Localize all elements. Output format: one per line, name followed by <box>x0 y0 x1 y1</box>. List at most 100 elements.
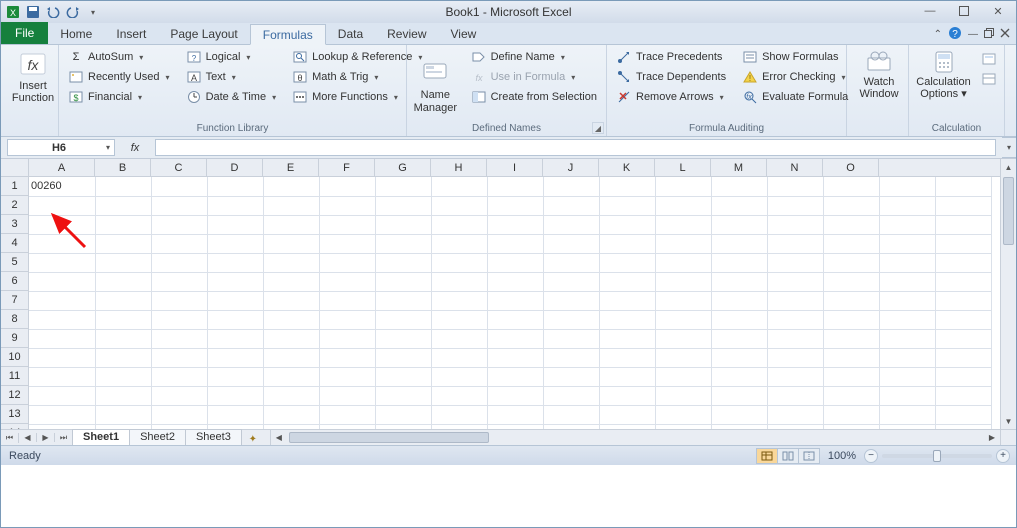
sheet-tab-1[interactable]: Sheet1 <box>72 429 130 445</box>
scroll-left-icon[interactable]: ◀ <box>271 430 287 445</box>
sheet-tab-3[interactable]: Sheet3 <box>185 429 242 445</box>
scroll-thumb[interactable] <box>289 432 489 443</box>
trace-precedents-button[interactable]: Trace Precedents <box>613 48 729 66</box>
column-header[interactable]: C <box>151 159 207 176</box>
scroll-thumb[interactable] <box>1003 177 1014 245</box>
row-header[interactable]: 2 <box>1 196 28 215</box>
row-header[interactable]: 9 <box>1 329 28 348</box>
row-header[interactable]: 8 <box>1 310 28 329</box>
create-from-selection-button[interactable]: Create from Selection <box>468 88 600 106</box>
row-header[interactable]: 3 <box>1 215 28 234</box>
column-header[interactable]: F <box>319 159 375 176</box>
cell-a1[interactable]: 00260 <box>29 177 95 196</box>
tab-insert[interactable]: Insert <box>104 23 158 44</box>
horizontal-scrollbar[interactable]: ◀ ▶ <box>270 430 1016 445</box>
row-header[interactable]: 10 <box>1 348 28 367</box>
close-button[interactable]: ✕ <box>986 3 1010 19</box>
lookup-reference-button[interactable]: Lookup & Reference▾ <box>289 48 425 66</box>
tab-view[interactable]: View <box>439 23 489 44</box>
column-header[interactable]: O <box>823 159 879 176</box>
fx-label[interactable]: fx <box>131 142 140 154</box>
view-page-layout-icon[interactable] <box>777 448 799 464</box>
select-all-corner[interactable] <box>1 159 29 177</box>
watch-window-button[interactable]: WatchWindow <box>853 48 905 100</box>
name-manager-button[interactable]: NameManager <box>413 48 458 123</box>
sheet-nav-first[interactable]: ⏮ <box>1 433 19 443</box>
row-header[interactable]: 12 <box>1 386 28 405</box>
tab-file[interactable]: File <box>1 22 48 44</box>
calculation-options-button[interactable]: CalculationOptions ▾ <box>915 48 972 100</box>
sheet-tab-2[interactable]: Sheet2 <box>129 429 186 445</box>
insert-worksheet-icon[interactable]: ✦ <box>242 434 264 445</box>
scroll-up-icon[interactable]: ▲ <box>1001 159 1016 175</box>
zoom-out-button[interactable]: − <box>864 449 878 463</box>
financial-button[interactable]: $Financial▾ <box>65 88 173 106</box>
mdi-minimize-icon[interactable]: — <box>968 29 978 40</box>
help-icon[interactable]: ? <box>948 26 962 43</box>
maximize-button[interactable] <box>952 3 976 19</box>
sheet-nav-last[interactable]: ⏭ <box>55 433 73 443</box>
column-header[interactable]: G <box>375 159 431 176</box>
ribbon-minimize-icon[interactable]: ⌃ <box>934 29 942 40</box>
tab-data[interactable]: Data <box>326 23 375 44</box>
trace-dependents-button[interactable]: Trace Dependents <box>613 68 729 86</box>
column-header[interactable]: D <box>207 159 263 176</box>
row-header[interactable]: 6 <box>1 272 28 291</box>
row-header[interactable]: 7 <box>1 291 28 310</box>
zoom-knob[interactable] <box>933 450 941 462</box>
chevron-down-icon[interactable]: ▾ <box>106 143 110 152</box>
scroll-right-icon[interactable]: ▶ <box>984 430 1000 445</box>
save-icon[interactable] <box>25 4 41 20</box>
defined-names-launcher[interactable]: ◢ <box>592 122 604 134</box>
show-formulas-button[interactable]: Show Formulas <box>739 48 851 66</box>
minimize-button[interactable]: — <box>918 3 942 19</box>
logical-button[interactable]: ?Logical▾ <box>183 48 280 66</box>
view-normal-icon[interactable] <box>756 448 778 464</box>
sheet-nav-prev[interactable]: ◀ <box>19 433 37 442</box>
column-header[interactable]: I <box>487 159 543 176</box>
column-header[interactable]: H <box>431 159 487 176</box>
name-box[interactable]: H6 ▾ <box>7 139 115 156</box>
column-header[interactable]: L <box>655 159 711 176</box>
text-button[interactable]: AText▾ <box>183 68 280 86</box>
column-header[interactable]: K <box>599 159 655 176</box>
column-header[interactable]: N <box>767 159 823 176</box>
row-header[interactable]: 13 <box>1 405 28 424</box>
formula-bar-expand[interactable]: ▾ <box>1002 137 1016 158</box>
row-header[interactable]: 1 <box>1 177 28 196</box>
zoom-track[interactable] <box>882 454 992 458</box>
recently-used-button[interactable]: Recently Used▾ <box>65 68 173 86</box>
zoom-in-button[interactable]: + <box>996 449 1010 463</box>
define-name-button[interactable]: Define Name▾ <box>468 48 600 66</box>
hscroll-split[interactable] <box>1000 430 1016 445</box>
scroll-down-icon[interactable]: ▼ <box>1001 413 1016 429</box>
row-header[interactable]: 4 <box>1 234 28 253</box>
column-header[interactable]: J <box>543 159 599 176</box>
calc-sheet-icon[interactable] <box>982 72 998 88</box>
column-header[interactable]: M <box>711 159 767 176</box>
remove-arrows-button[interactable]: Remove Arrows▾ <box>613 88 729 106</box>
tab-page-layout[interactable]: Page Layout <box>158 23 249 44</box>
row-header[interactable]: 11 <box>1 367 28 386</box>
error-checking-button[interactable]: !Error Checking▾ <box>739 68 851 86</box>
calc-now-icon[interactable] <box>982 52 998 68</box>
more-functions-button[interactable]: More Functions▾ <box>289 88 425 106</box>
view-page-break-icon[interactable] <box>798 448 820 464</box>
insert-function-button[interactable]: fx InsertFunction <box>7 48 59 104</box>
qat-customize-icon[interactable]: ▾ <box>85 4 101 20</box>
math-trig-button[interactable]: θMath & Trig▾ <box>289 68 425 86</box>
zoom-level[interactable]: 100% <box>828 450 856 462</box>
column-header[interactable]: A <box>29 159 95 176</box>
mdi-restore-icon[interactable] <box>984 28 994 41</box>
tab-review[interactable]: Review <box>375 23 438 44</box>
redo-icon[interactable] <box>65 4 81 20</box>
tab-home[interactable]: Home <box>48 23 104 44</box>
column-header[interactable]: B <box>95 159 151 176</box>
autosum-button[interactable]: ΣAutoSum▾ <box>65 48 173 66</box>
vertical-scrollbar[interactable]: ▲ ▼ <box>1000 159 1016 429</box>
row-header[interactable]: 5 <box>1 253 28 272</box>
cells[interactable]: 00260 <box>29 177 1000 429</box>
date-time-button[interactable]: Date & Time▾ <box>183 88 280 106</box>
mdi-close-icon[interactable] <box>1000 28 1010 41</box>
tab-formulas[interactable]: Formulas <box>250 24 326 45</box>
